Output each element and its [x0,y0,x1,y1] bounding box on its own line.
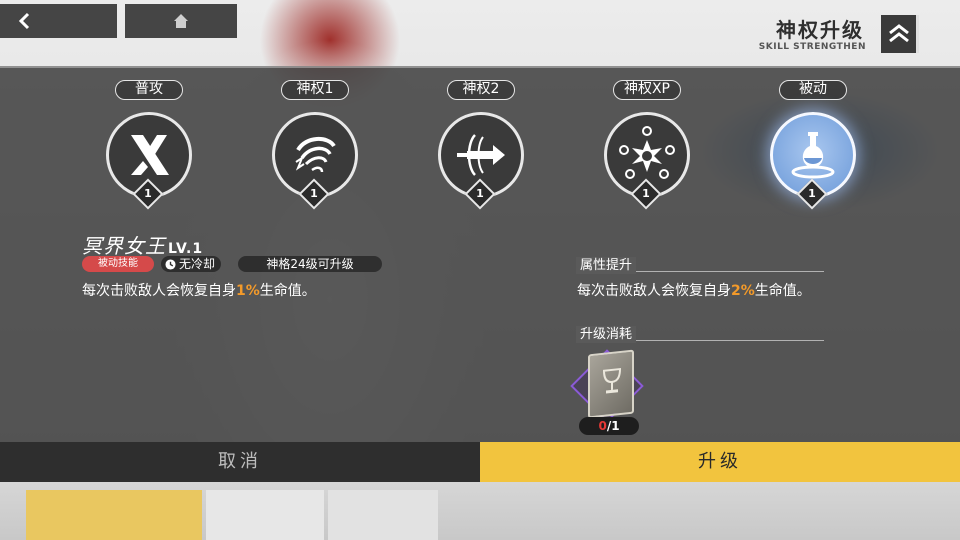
vortex-icon [295,137,336,173]
skill-level-text: LV.1 [168,241,204,257]
background-tile [206,490,324,540]
background-tile [328,490,438,540]
page-subtitle: SKILL STRENGTHEN [758,42,866,52]
chevron-left-icon [18,12,30,30]
potion-flask-icon [791,132,835,179]
skill-tab-label: 神权XP [613,80,681,100]
background-bottom-bar [0,482,960,540]
cost-item-slot[interactable]: 0/1 [570,346,646,436]
home-button[interactable] [125,4,237,38]
cancel-button[interactable]: 取消 [0,442,480,482]
cooldown-badge: 无冷却 [161,256,222,272]
skill-tab-skill-1[interactable]: 神权1 1 [270,80,360,210]
skill-tab-label: 神权2 [447,80,515,100]
piercing-arrow-icon [457,134,505,176]
upgrade-cost-header: 升级消耗 [576,323,824,343]
skill-tab-skill-xp[interactable]: 神权XP 1 [602,80,692,210]
skill-tab-normal-attack[interactable]: 普攻 1 [104,80,194,210]
background-tile [26,490,202,540]
upgrade-button[interactable]: 升级 [480,442,960,482]
skill-tab-passive[interactable]: 被动 1 [768,80,858,210]
skill-tab-skill-2[interactable]: 神权2 1 [436,80,526,210]
crossed-blades-icon [131,135,169,175]
current-skill-description: 每次击败敌人会恢复自身1%生命值。 [82,283,316,299]
skill-book-icon [588,349,634,419]
upgraded-skill-description: 每次击败敌人会恢复自身2%生命值。 [577,283,811,299]
back-button[interactable] [0,4,117,38]
home-icon [174,14,188,28]
skill-type-badge: 被动技能 [82,256,154,272]
skill-name: 冥界女王 LV.1 [82,234,204,258]
burst-orbs-icon [619,126,675,179]
skill-tab-label: 神权1 [281,80,349,100]
collapse-button[interactable] [881,15,919,53]
panel-divider [0,66,960,68]
cost-count: 0/1 [579,417,639,435]
attribute-boost-header: 属性提升 [576,254,824,274]
double-chevron-up-icon [888,24,909,43]
upgrade-requirement-badge: 神格24级可升级 [238,256,382,272]
skill-tab-label: 普攻 [115,80,183,100]
clock-icon [165,258,176,270]
page-title: 神权升级 [776,18,864,42]
skill-tab-label: 被动 [779,80,847,100]
